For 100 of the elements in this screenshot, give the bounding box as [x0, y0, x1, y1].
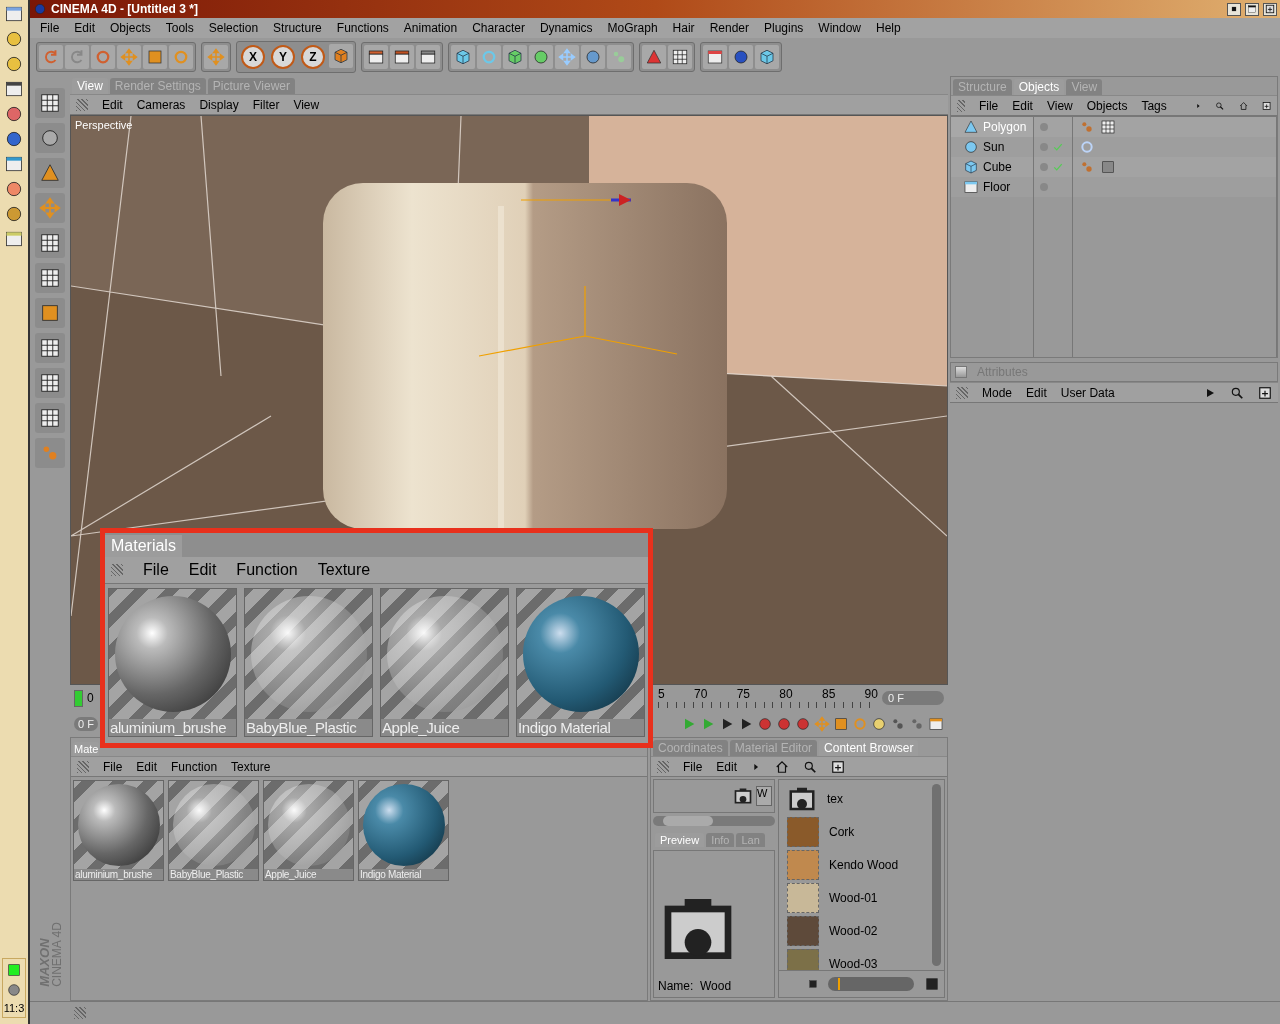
- app-icon[interactable]: [4, 229, 24, 249]
- menu-item[interactable]: Mode: [982, 385, 1013, 400]
- visibility-dot[interactable]: [1040, 163, 1048, 171]
- menu-item[interactable]: Tags: [1141, 98, 1167, 113]
- points-tool-button[interactable]: [35, 158, 65, 188]
- texture-tool-button[interactable]: [35, 228, 65, 258]
- uv-tool-button[interactable]: [35, 403, 65, 433]
- render-picture-button[interactable]: [390, 45, 414, 69]
- content-item-name[interactable]: Kendo Wood: [829, 858, 899, 872]
- network-icon[interactable]: [6, 962, 22, 978]
- zoom-slider[interactable]: [828, 977, 914, 991]
- menu-item[interactable]: Render: [709, 21, 749, 35]
- menu-item[interactable]: Hair: [672, 21, 695, 35]
- menu-item[interactable]: File: [143, 561, 169, 579]
- axis-lock-button[interactable]: X: [241, 45, 265, 69]
- object-tool-button[interactable]: [35, 333, 65, 363]
- content-item-name[interactable]: Cork: [829, 825, 855, 839]
- menu-item[interactable]: Plugins: [764, 21, 804, 35]
- maximize-button[interactable]: [1245, 2, 1259, 16]
- menu-item[interactable]: Character: [472, 21, 525, 35]
- time-marker[interactable]: [74, 689, 83, 707]
- texture-swatch[interactable]: [787, 883, 819, 913]
- axis-lock-button[interactable]: Z: [301, 45, 325, 69]
- app-icon[interactable]: [4, 154, 24, 174]
- menu-item[interactable]: Texture: [231, 759, 271, 774]
- object-row[interactable]: Cube: [951, 157, 1033, 177]
- menu-item[interactable]: Edit: [1026, 385, 1047, 400]
- globe-button[interactable]: [703, 45, 727, 69]
- record-icon[interactable]: [776, 716, 792, 732]
- menu-item[interactable]: Animation: [403, 21, 458, 35]
- menu-item[interactable]: User Data: [1060, 385, 1115, 400]
- keyframe-icon[interactable]: [928, 716, 944, 732]
- menu-item[interactable]: File: [40, 21, 60, 35]
- content-item-name[interactable]: tex: [827, 792, 843, 806]
- keyframe-icon[interactable]: [890, 716, 906, 732]
- menu-item[interactable]: Texture: [317, 561, 371, 579]
- menu-item[interactable]: File: [683, 759, 703, 774]
- axis-lock-button[interactable]: Y: [271, 45, 295, 69]
- menu-item[interactable]: File: [103, 759, 123, 774]
- menu-item[interactable]: Edit: [102, 97, 123, 112]
- texture-swatch[interactable]: [787, 949, 819, 970]
- panel-tool-button[interactable]: [35, 298, 65, 328]
- check-icon[interactable]: [1053, 142, 1063, 152]
- menu-item[interactable]: View: [293, 97, 320, 112]
- coordinate-system-button[interactable]: [329, 44, 353, 68]
- app-icon[interactable]: [4, 129, 24, 149]
- scrollbar[interactable]: [653, 816, 775, 826]
- menu-item[interactable]: Edit: [136, 759, 158, 774]
- add-icon[interactable]: [831, 759, 846, 774]
- menu-item[interactable]: Function: [236, 561, 298, 579]
- menu-item[interactable]: Window: [818, 21, 862, 35]
- back-icon[interactable]: [1204, 386, 1216, 399]
- layout-tool-button[interactable]: [35, 263, 65, 293]
- timeline-ruler[interactable]: 5 70 75 80 85 90: [658, 688, 878, 708]
- render-view-button[interactable]: [364, 45, 388, 69]
- menu-item[interactable]: Edit: [716, 759, 738, 774]
- home-icon[interactable]: [775, 759, 790, 774]
- menu-item[interactable]: Selection: [208, 21, 259, 35]
- keyframe-icon[interactable]: [871, 716, 887, 732]
- path-field[interactable]: W: [756, 786, 772, 806]
- menu-item[interactable]: Edit: [74, 21, 96, 35]
- content-item-name[interactable]: Wood-02: [829, 924, 878, 938]
- menu-item[interactable]: Function: [171, 759, 218, 774]
- content-item-name[interactable]: Wood-03: [829, 957, 878, 970]
- menu-item[interactable]: Filter: [252, 97, 280, 112]
- menu-item[interactable]: Display: [199, 97, 239, 112]
- speaker-icon[interactable]: [6, 982, 22, 998]
- cube-button[interactable]: [755, 45, 779, 69]
- record-icon[interactable]: [795, 716, 811, 732]
- app-icon[interactable]: [4, 29, 24, 49]
- menu-item[interactable]: Functions: [336, 21, 389, 35]
- check-icon[interactable]: [1053, 162, 1063, 172]
- app-icon[interactable]: [4, 54, 24, 74]
- zoom-slider-thumb[interactable]: [838, 978, 841, 990]
- menu-item[interactable]: Structure: [273, 21, 322, 35]
- app-icon[interactable]: [4, 4, 24, 24]
- cube-button[interactable]: [451, 45, 475, 69]
- sphere-button[interactable]: [729, 45, 753, 69]
- search-icon[interactable]: [803, 759, 818, 774]
- menu-item[interactable]: Objects: [110, 21, 151, 35]
- texture-swatch[interactable]: [787, 850, 819, 880]
- nurbs-button[interactable]: [503, 45, 527, 69]
- menu-item[interactable]: Objects: [1086, 98, 1128, 113]
- scrollbar[interactable]: [932, 784, 941, 966]
- menu-item[interactable]: Help: [876, 21, 901, 35]
- render-settings-button[interactable]: [416, 45, 440, 69]
- record-icon[interactable]: [757, 716, 773, 732]
- menu-item[interactable]: Edit: [188, 561, 217, 579]
- app-icon[interactable]: [4, 79, 24, 99]
- visibility-dot[interactable]: [1040, 123, 1048, 131]
- checker-tool-button[interactable]: [35, 368, 65, 398]
- table-button[interactable]: [668, 45, 692, 69]
- app-icon[interactable]: [4, 104, 24, 124]
- help-button[interactable]: [642, 45, 666, 69]
- menu-item[interactable]: File: [978, 98, 999, 113]
- add-icon[interactable]: [1258, 385, 1272, 400]
- object-row[interactable]: Floor: [951, 177, 1033, 197]
- search-icon[interactable]: [1230, 385, 1244, 400]
- model-tool-button[interactable]: [35, 88, 65, 118]
- content-item-name[interactable]: Wood-01: [829, 891, 878, 905]
